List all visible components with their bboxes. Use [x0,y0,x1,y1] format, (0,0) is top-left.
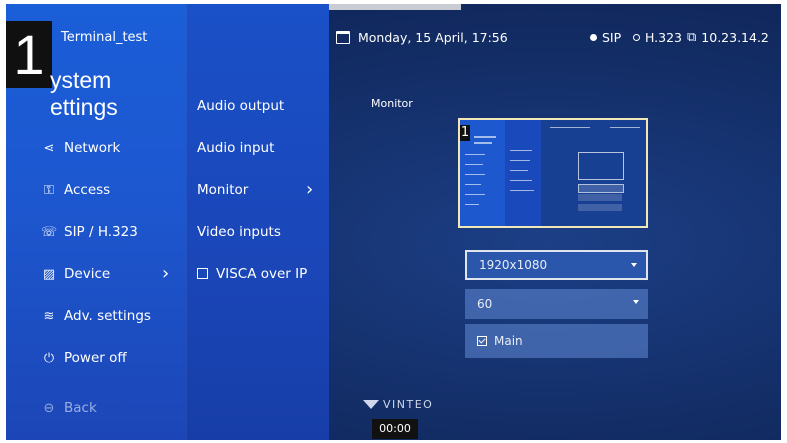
sidebar-item-label: Device [64,266,111,282]
sidebar-item-label: Access [64,182,111,198]
submenu-audio-output[interactable]: Audio output [197,98,284,114]
h323-status-icon [633,34,640,41]
back-icon: ⊖ [43,400,55,416]
network-icon: ⧉ [687,30,697,45]
checkbox-icon [197,268,208,279]
main-monitor-checkbox[interactable]: Main [465,324,648,358]
checkbox-checked-icon [477,336,487,346]
sidebar-item-label: Network [64,140,121,156]
sidebar-item-label: Adv. settings [64,308,151,324]
sip-status-icon [590,34,597,41]
timer: 00:00 [372,419,418,439]
resolution-select[interactable]: 1920x1080 [465,250,648,280]
sip-label: SIP [602,30,622,45]
refresh-rate-value: 60 [477,297,493,311]
share-icon: ⋖ [43,140,55,156]
sidebar-item-label: Power off [64,350,127,366]
device-icon: ▨ [42,266,56,282]
terminal-name: Terminal_test [61,30,148,45]
h323-status: H.323 [633,30,682,45]
sidebar-item-adv-settings[interactable]: ≋ Adv. settings [40,308,151,324]
submenu-video-inputs[interactable]: Video inputs [197,224,281,240]
access-icon: ⚿ [44,182,54,198]
sidebar-item-device[interactable]: ▨ Device [40,266,110,282]
main-label: Main [494,334,523,348]
sidebar-item-access[interactable]: ⚿ Access [40,182,110,198]
visca-label: VISCA over IP [216,266,308,282]
power-icon: ⏻ [43,350,55,366]
visca-over-ip-checkbox[interactable]: VISCA over IP [197,266,307,282]
step-badge: 1 [6,21,52,88]
page-title: ystem ettings [50,67,118,120]
calendar-icon [336,31,350,44]
preview-badge: 1 [460,125,470,141]
ip-address: ⧉ 10.23.14.2 [687,30,769,45]
sidebar-item-label: SIP / H.323 [64,224,138,240]
datetime: Monday, 15 April, 17:56 [336,30,508,45]
sidebar-item-network[interactable]: ⋖ Network [40,140,121,156]
refresh-rate-select[interactable]: 60 [465,289,648,319]
back-label: Back [64,400,97,416]
sliders-icon: ≋ [43,308,55,324]
monitor-preview: 1 [458,118,648,228]
h323-label: H.323 [645,30,683,45]
chevron-down-icon [633,300,639,304]
chevron-right-icon: › [306,179,314,200]
sidebar-item-power-off[interactable]: ⏻ Power off [40,350,127,366]
phone-icon: ☏ [40,224,58,240]
submenu-monitor[interactable]: Monitor [197,182,248,198]
vinteo-logo: VINTEO [363,398,433,411]
sip-status: SIP [590,30,621,45]
chevron-down-icon [631,263,637,267]
logo-icon [363,400,379,409]
submenu-panel [186,4,329,440]
monitor-section-label: Monitor [371,97,413,110]
settings-screen: 1 Terminal_test ystem ettings ⋖ Network … [6,4,781,440]
ip-text: 10.23.14.2 [701,30,769,45]
submenu-audio-input[interactable]: Audio input [197,140,274,156]
resolution-value: 1920x1080 [479,258,548,272]
sidebar-item-sip[interactable]: ☏ SIP / H.323 [40,224,138,240]
datetime-text: Monday, 15 April, 17:56 [358,30,508,45]
chevron-right-icon: › [162,263,170,284]
back-button[interactable]: ⊖ Back [40,400,97,416]
